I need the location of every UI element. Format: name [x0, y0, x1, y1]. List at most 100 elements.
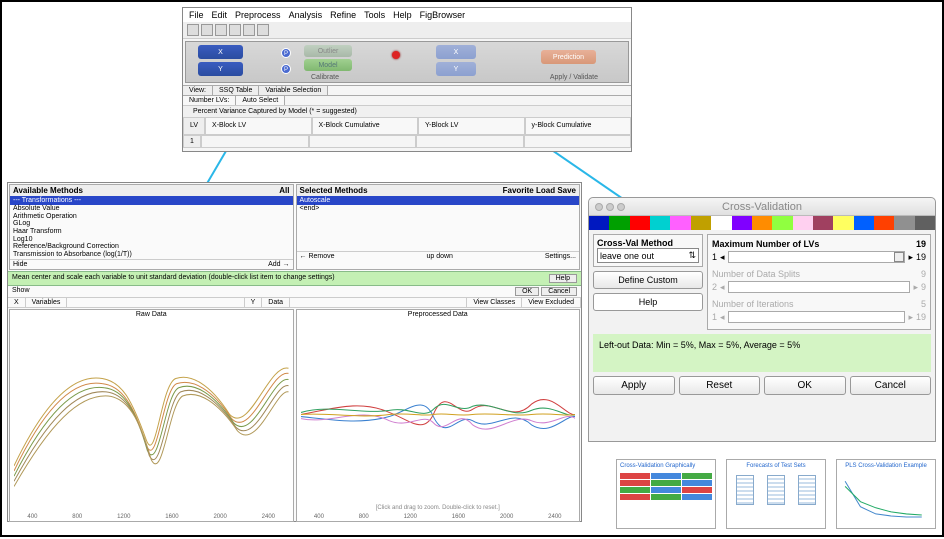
error-dot-icon	[392, 51, 400, 59]
available-selected-row[interactable]: --- Transformations ---	[10, 196, 293, 205]
up-button[interactable]: up	[426, 253, 434, 260]
node-x2[interactable]: X	[436, 45, 476, 59]
iter-slider	[728, 311, 906, 323]
thumbnail[interactable]: PLS Cross-Validation Example	[836, 459, 936, 529]
method-select[interactable]: leave one out⇅	[597, 248, 699, 263]
remove-button[interactable]: ← Remove	[300, 253, 335, 260]
autoselect-button[interactable]: Auto Select	[236, 96, 285, 105]
help-button[interactable]: Help	[593, 293, 703, 311]
color-swatch[interactable]	[772, 216, 792, 230]
selected-method-row[interactable]: Autoscale	[297, 196, 580, 205]
view-ssq[interactable]: SSQ Table	[213, 86, 259, 95]
color-swatch[interactable]	[589, 216, 609, 230]
available-item[interactable]: Arithmetic Operation	[10, 213, 293, 221]
y-toggle[interactable]: Y	[245, 298, 263, 307]
menu-edit[interactable]: Edit	[212, 10, 228, 20]
color-swatch[interactable]	[833, 216, 853, 230]
cancel-button[interactable]: Cancel	[541, 287, 577, 296]
menu-refine[interactable]: Refine	[330, 10, 356, 20]
down-button[interactable]: down	[436, 253, 453, 260]
available-item[interactable]: Transmission to Absorbance (log(1/T))	[10, 251, 293, 259]
color-swatch[interactable]	[670, 216, 690, 230]
node-y2[interactable]: Y	[436, 62, 476, 76]
color-swatch[interactable]	[854, 216, 874, 230]
settings-button[interactable]: Settings...	[545, 253, 576, 260]
favorite-link[interactable]: Favorite	[503, 186, 534, 195]
splits-label: Number of Data Splits	[712, 269, 800, 279]
menu-figbrowser[interactable]: FigBrowser	[420, 10, 466, 20]
node-x[interactable]: X	[198, 45, 243, 59]
define-custom-button[interactable]: Define Custom	[593, 271, 703, 289]
color-swatch[interactable]	[732, 216, 752, 230]
view-varsel[interactable]: Variable Selection	[259, 86, 328, 95]
numlv-row: Number LVs: Auto Select	[183, 95, 631, 105]
color-swatch[interactable]	[813, 216, 833, 230]
section-apply: Apply / Validate	[550, 74, 598, 81]
menu-file[interactable]: File	[189, 10, 204, 20]
menu-analysis[interactable]: Analysis	[289, 10, 323, 20]
slider-left-icon[interactable]: ◂	[720, 252, 725, 263]
node-prediction[interactable]: Prediction	[541, 50, 596, 64]
apply-button[interactable]: Apply	[593, 376, 675, 395]
x-toggle[interactable]: X	[8, 298, 26, 307]
add-button[interactable]: Add →	[268, 261, 289, 268]
load-link[interactable]: Load	[536, 186, 555, 195]
cancel-button[interactable]: Cancel	[850, 376, 932, 395]
color-swatch[interactable]	[793, 216, 813, 230]
menu-help[interactable]: Help	[393, 10, 412, 20]
toolbar-icon[interactable]	[215, 24, 227, 36]
thumbnail[interactable]: Cross-Validation Graphically	[616, 459, 716, 529]
toolbar-icon[interactable]	[187, 24, 199, 36]
cross-validation-window: Cross-Validation Cross-Val Method leave …	[588, 197, 936, 442]
hide-button[interactable]: Hide	[13, 261, 27, 268]
color-strip[interactable]	[589, 216, 935, 230]
reset-button[interactable]: Reset	[679, 376, 761, 395]
preprocessed-data-chart[interactable]: Preprocessed Data [Click and drag to zoo…	[296, 309, 581, 522]
menu-preprocess[interactable]: Preprocess	[235, 10, 281, 20]
percent-variance-label: Percent Variance Captured by Model (* = …	[183, 105, 631, 117]
node-model[interactable]: Model	[304, 59, 352, 71]
color-swatch[interactable]	[691, 216, 711, 230]
toolbar-icon[interactable]	[243, 24, 255, 36]
menu-tools[interactable]: Tools	[364, 10, 385, 20]
ok-button[interactable]: OK	[764, 376, 846, 395]
col-lv: LV	[183, 117, 205, 135]
available-item[interactable]: Reference/Background Correction	[10, 243, 293, 251]
thumbnail[interactable]: Forecasts of Test Sets	[726, 459, 826, 529]
available-item[interactable]: Log10	[10, 236, 293, 244]
splits-value: 9	[921, 269, 926, 279]
color-swatch[interactable]	[630, 216, 650, 230]
p-badge-icon[interactable]: P	[281, 48, 291, 58]
node-outlier[interactable]: Outlier	[304, 45, 352, 57]
available-item[interactable]: Absolute Value	[10, 205, 293, 213]
help-button[interactable]: Help	[549, 274, 577, 283]
view-excluded-button[interactable]: View Excluded	[522, 298, 581, 307]
all-link[interactable]: All	[279, 186, 289, 195]
ok-button[interactable]: OK	[515, 287, 539, 296]
color-swatch[interactable]	[894, 216, 914, 230]
color-swatch[interactable]	[874, 216, 894, 230]
color-swatch[interactable]	[752, 216, 772, 230]
show-button[interactable]: Show	[12, 287, 30, 296]
toolbar-icon[interactable]	[257, 24, 269, 36]
save-link[interactable]: Save	[557, 186, 576, 195]
color-swatch[interactable]	[915, 216, 935, 230]
toolbar-icon[interactable]	[201, 24, 213, 36]
node-y[interactable]: Y	[198, 62, 243, 76]
view-classes-button[interactable]: View Classes	[467, 298, 522, 307]
selected-methods-panel: Selected Methods Favorite Load Save Auto…	[296, 184, 581, 270]
toolbar-icon[interactable]	[229, 24, 241, 36]
color-swatch[interactable]	[609, 216, 629, 230]
color-swatch[interactable]	[711, 216, 731, 230]
col-xblock-cum: X-Block Cumulative	[312, 117, 418, 135]
raw-data-chart[interactable]: Raw Data 4008001200160020002400	[9, 309, 294, 522]
slider-right-icon[interactable]: ▸	[908, 252, 913, 263]
maxlv-slider[interactable]	[728, 251, 906, 263]
p-badge-icon[interactable]: P	[281, 64, 291, 74]
available-item[interactable]: GLog	[10, 220, 293, 228]
maxlv-label: Maximum Number of LVs	[712, 239, 819, 249]
selected-title: Selected Methods	[300, 186, 368, 195]
color-swatch[interactable]	[650, 216, 670, 230]
chart-title: Preprocessed Data	[297, 310, 580, 319]
available-item[interactable]: Haar Transform	[10, 228, 293, 236]
